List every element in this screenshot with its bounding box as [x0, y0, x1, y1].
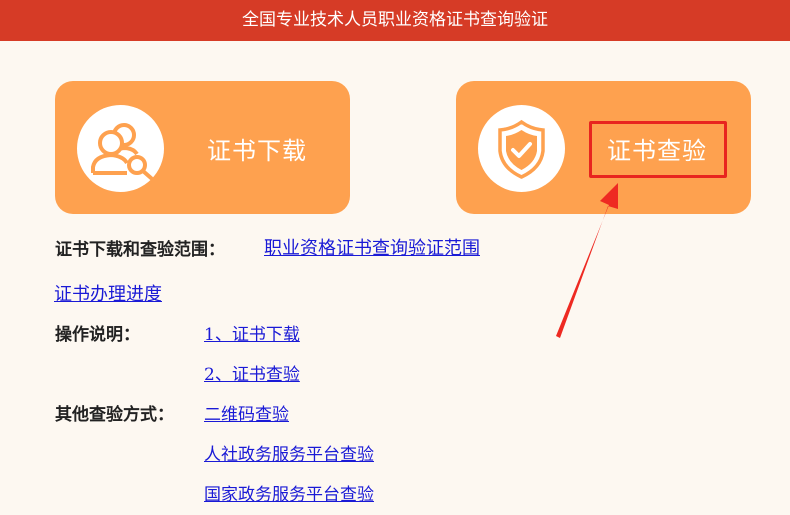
other-methods-label: 其他查验方式： [55, 405, 174, 425]
instruction-verify-link[interactable]: 2、证书查验 [204, 360, 300, 385]
progress-link[interactable]: 证书办理进度 [54, 280, 162, 306]
instructions-label: 操作说明： [55, 325, 140, 345]
instruction-download-link[interactable]: 1、证书下载 [204, 320, 300, 345]
scope-link[interactable]: 职业资格证书查询验证范围 [264, 234, 480, 260]
hrss-platform-verify-link[interactable]: 人社政务服务平台查验 [204, 440, 374, 465]
scope-label: 证书下载和查验范围： [55, 240, 225, 260]
national-platform-verify-link[interactable]: 国家政务服务平台查验 [204, 480, 374, 505]
qrcode-verify-link[interactable]: 二维码查验 [204, 400, 289, 425]
